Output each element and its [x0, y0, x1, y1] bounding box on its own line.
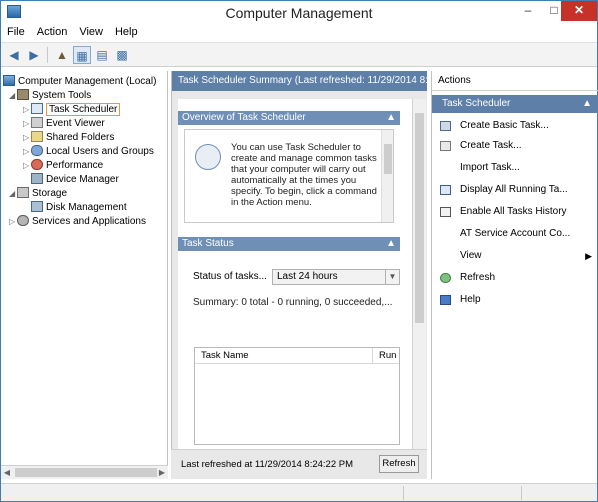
actions-panel: Actions Task Scheduler ▲ Create Basic Tas…: [431, 71, 598, 479]
device-manager-icon: [31, 173, 43, 184]
action-help[interactable]: Help: [432, 291, 598, 309]
collapse-arrow-icon[interactable]: ◢: [9, 89, 17, 102]
action-view[interactable]: View ▶: [432, 247, 598, 265]
tree-item-event-viewer[interactable]: ▷ Event Viewer: [23, 117, 105, 130]
tree-item-shared-folders[interactable]: ▷ Shared Folders: [23, 131, 114, 144]
menu-action[interactable]: Action: [31, 23, 74, 38]
menu-bar: File Action View Help: [1, 23, 597, 43]
properties-icon[interactable]: ▩: [113, 46, 131, 64]
task-scheduler-summary-panel: Task Scheduler Summary (Last refreshed: …: [171, 71, 427, 479]
menu-file[interactable]: File: [1, 23, 31, 38]
action-import-task[interactable]: Import Task...: [432, 159, 598, 177]
action-enable-history[interactable]: Enable All Tasks History: [432, 203, 598, 221]
tree-item-task-scheduler[interactable]: ▷ Task Scheduler: [23, 103, 121, 116]
scrollbar-thumb[interactable]: [15, 468, 157, 477]
tree-item-device-manager[interactable]: Device Manager: [31, 173, 119, 186]
action-create-basic-task[interactable]: Create Basic Task...: [432, 117, 598, 135]
task-status-section-header[interactable]: Task Status ▲: [178, 237, 400, 251]
task-scheduler-clock-icon: [195, 144, 221, 170]
window-title: Computer Management: [225, 5, 373, 21]
scrollbar-thumb[interactable]: [384, 144, 392, 174]
action-refresh[interactable]: Refresh: [432, 269, 598, 287]
task-scheduler-icon: [31, 103, 43, 114]
computer-management-window: Computer Management – □ ✕ File Action View…: [0, 0, 598, 502]
expand-arrow-icon[interactable]: ▷: [23, 159, 31, 172]
tree-item-system-tools[interactable]: ◢ System Tools: [9, 89, 91, 102]
menu-help[interactable]: Help: [109, 23, 144, 38]
overview-section-header[interactable]: Overview of Task Scheduler ▲: [178, 111, 400, 125]
back-arrow-icon[interactable]: ◀: [5, 46, 23, 64]
help-icon: [440, 295, 451, 305]
create-task-icon: [440, 141, 451, 151]
task-status-table: Task Name Run: [194, 347, 400, 445]
performance-icon: [31, 159, 43, 170]
tree-item-computer-management[interactable]: Computer Management (Local): [3, 75, 156, 88]
scrollbar-thumb[interactable]: [415, 113, 424, 323]
action-at-service-account[interactable]: AT Service Account Co...: [432, 225, 598, 243]
help-book-icon[interactable]: ▤: [93, 46, 111, 64]
tree-item-storage[interactable]: ◢ Storage: [9, 187, 67, 200]
overview-box: You can use Task Scheduler to create and…: [184, 129, 394, 223]
shared-folder-icon: [31, 131, 43, 142]
status-separator: [521, 486, 522, 500]
status-period-select[interactable]: Last 24 hours ▼: [272, 269, 400, 285]
collapse-arrow-icon[interactable]: ▲: [582, 95, 592, 113]
tools-icon: [17, 89, 29, 100]
menu-view[interactable]: View: [73, 23, 109, 38]
expand-arrow-icon[interactable]: ▷: [23, 117, 31, 130]
expand-arrow-icon[interactable]: ▷: [23, 131, 31, 144]
history-icon: [440, 207, 451, 217]
expand-arrow-icon[interactable]: ▷: [23, 103, 31, 116]
close-button[interactable]: ✕: [561, 1, 597, 21]
collapse-chevron-icon[interactable]: ▲: [386, 237, 396, 251]
action-create-task[interactable]: Create Task...: [432, 137, 598, 155]
refresh-icon: [440, 273, 451, 283]
last-refreshed-text: Last refreshed at 11/29/2014 8:24:22 PM: [181, 459, 353, 470]
tree-item-services-applications[interactable]: ▷ Services and Applications: [9, 215, 146, 228]
column-header-run[interactable]: Run: [373, 348, 399, 364]
display-running-icon: [440, 185, 451, 195]
create-basic-task-icon: [440, 121, 451, 131]
overview-scrollbar[interactable]: [381, 130, 393, 222]
up-folder-icon[interactable]: ▲: [53, 46, 71, 64]
minimize-button[interactable]: –: [515, 1, 541, 21]
actions-section-task-scheduler[interactable]: Task Scheduler ▲: [432, 95, 598, 113]
actions-header: Actions: [432, 71, 598, 91]
summary-vertical-scrollbar[interactable]: [412, 99, 426, 479]
collapse-arrow-icon[interactable]: ◢: [9, 187, 17, 200]
toolbar: ◀ ▶ ▲ ▦ ▤ ▩: [1, 43, 597, 67]
column-header-task-name[interactable]: Task Name: [195, 348, 373, 364]
status-of-tasks-label: Status of tasks...: [193, 271, 267, 282]
summary-header: Task Scheduler Summary (Last refreshed: …: [172, 71, 427, 91]
event-viewer-icon: [31, 117, 43, 128]
title-bar: Computer Management – □ ✕: [1, 1, 597, 23]
show-hide-tree-icon[interactable]: ▦: [73, 46, 91, 64]
users-icon: [31, 145, 43, 156]
scroll-left-arrow-icon[interactable]: ◀: [1, 466, 13, 480]
forward-arrow-icon[interactable]: ▶: [25, 46, 43, 64]
storage-icon: [17, 187, 29, 198]
disk-management-icon: [31, 201, 43, 212]
services-icon: [17, 215, 29, 226]
toolbar-separator: [47, 47, 48, 63]
navigation-tree: Computer Management (Local) ◢ System Tool…: [1, 71, 168, 465]
status-summary: Summary: 0 total - 0 running, 0 succeede…: [193, 297, 393, 308]
tree-item-performance[interactable]: ▷ Performance: [23, 159, 103, 172]
overview-text: You can use Task Scheduler to create and…: [231, 142, 377, 208]
action-display-running-tasks[interactable]: Display All Running Ta...: [432, 181, 598, 199]
scroll-right-arrow-icon[interactable]: ▶: [156, 466, 168, 480]
expand-arrow-icon[interactable]: ▷: [9, 215, 17, 228]
dropdown-arrow-icon[interactable]: ▼: [385, 270, 399, 284]
tree-item-local-users[interactable]: ▷ Local Users and Groups: [23, 145, 154, 158]
status-separator: [403, 486, 404, 500]
status-bar: [1, 483, 597, 501]
expand-arrow-icon[interactable]: ▷: [23, 145, 31, 158]
submenu-arrow-icon: ▶: [585, 251, 592, 261]
computer-icon: [3, 75, 15, 86]
refresh-button[interactable]: Refresh: [379, 455, 419, 473]
refresh-bar: Last refreshed at 11/29/2014 8:24:22 PM …: [171, 449, 427, 479]
tree-item-disk-management[interactable]: Disk Management: [31, 201, 127, 214]
tree-horizontal-scrollbar[interactable]: ◀ ▶: [1, 465, 168, 479]
collapse-chevron-icon[interactable]: ▲: [386, 111, 396, 125]
